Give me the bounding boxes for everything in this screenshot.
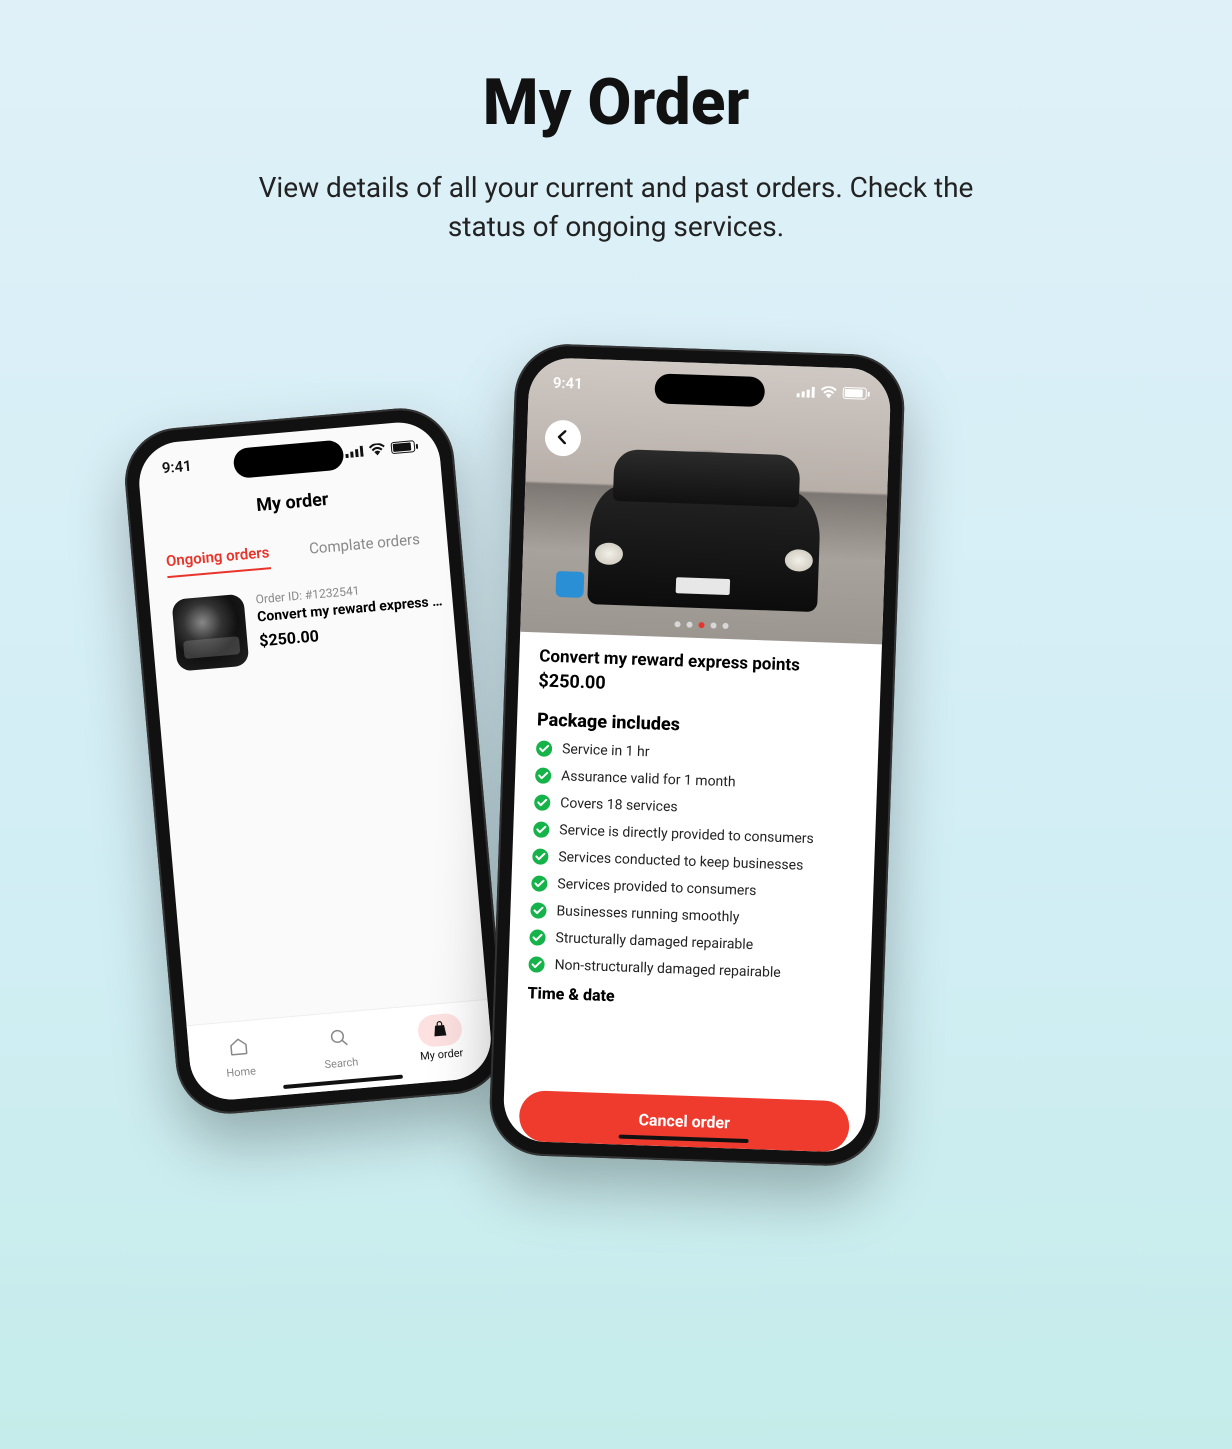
- wifi-icon: [821, 386, 837, 399]
- package-list: Service in 1 hr Assurance valid for 1 mon…: [528, 740, 858, 983]
- search-icon: [328, 1027, 350, 1052]
- package-item-label: Services provided to consumers: [557, 876, 756, 899]
- tab-ongoing-orders[interactable]: Ongoing orders: [165, 543, 271, 578]
- package-includes-heading: Package includes: [537, 709, 860, 741]
- package-item-label: Assurance valid for 1 month: [561, 768, 736, 790]
- bag-icon: [430, 1019, 450, 1041]
- check-icon: [536, 740, 553, 757]
- status-time: 9:41: [161, 457, 192, 478]
- check-icon: [531, 875, 548, 892]
- package-item: Businesses running smoothly: [530, 902, 852, 929]
- package-item-label: Structurally damaged repairable: [555, 930, 753, 953]
- order-thumbnail: [171, 594, 249, 672]
- car-figure: [587, 484, 821, 612]
- page-title: My Order: [0, 65, 1232, 140]
- check-icon: [534, 794, 551, 811]
- check-icon: [529, 929, 546, 946]
- package-item-label: Service in 1 hr: [562, 741, 650, 760]
- package-item: Structurally damaged repairable: [529, 929, 851, 956]
- screen-order-detail: 9:41: [502, 357, 891, 1153]
- nav-home[interactable]: Home: [216, 1030, 264, 1081]
- check-icon: [532, 848, 549, 865]
- time-date-heading: Time & date: [527, 983, 849, 1013]
- home-icon: [228, 1035, 250, 1060]
- screen-order-list: 9:41 My order Ongoing orders Complate or…: [136, 419, 494, 1103]
- signal-icon: [797, 386, 815, 398]
- phone-order-list: 9:41 My order Ongoing orders Complate or…: [121, 404, 510, 1118]
- package-item-label: Service is directly provided to consumer…: [559, 822, 814, 847]
- package-item: Services conducted to keep businesses: [532, 848, 854, 875]
- check-icon: [528, 956, 545, 973]
- package-item: Assurance valid for 1 month: [535, 767, 857, 794]
- phone-order-detail: 9:41: [488, 342, 906, 1167]
- dynamic-island: [654, 373, 765, 407]
- package-item-label: Non-structurally damaged repairable: [554, 957, 781, 981]
- page-subtitle: View details of all your current and pas…: [256, 168, 976, 246]
- back-button[interactable]: [544, 420, 581, 457]
- nav-my-order-label: My order: [419, 1046, 464, 1063]
- status-time: 9:41: [553, 374, 583, 393]
- package-item: Services provided to consumers: [531, 875, 853, 902]
- carousel-dot[interactable]: [722, 623, 728, 629]
- nav-search[interactable]: Search: [316, 1021, 364, 1072]
- check-icon: [535, 767, 552, 784]
- bucket-figure: [555, 571, 584, 598]
- battery-icon: [391, 440, 416, 454]
- nav-my-order[interactable]: My order: [416, 1012, 464, 1063]
- package-item: Service in 1 hr: [536, 740, 858, 767]
- tab-complete-orders[interactable]: Complate orders: [308, 530, 421, 566]
- check-icon: [530, 902, 547, 919]
- cancel-order-button[interactable]: Cancel order: [518, 1090, 850, 1152]
- wifi-icon: [369, 443, 386, 456]
- check-icon: [533, 821, 550, 838]
- chevron-left-icon: [557, 428, 570, 447]
- package-item-label: Businesses running smoothly: [556, 903, 739, 925]
- carousel-dot[interactable]: [686, 622, 692, 628]
- bottom-nav: Home Search My order: [187, 999, 495, 1103]
- signal-icon: [345, 445, 364, 458]
- nav-search-label: Search: [319, 1055, 364, 1072]
- carousel-dot[interactable]: [674, 621, 680, 627]
- battery-icon: [843, 387, 867, 400]
- package-item: Non-structurally damaged repairable: [528, 956, 850, 983]
- carousel-dot[interactable]: [698, 622, 704, 628]
- nav-home-label: Home: [219, 1064, 264, 1081]
- carousel-dots[interactable]: [674, 621, 728, 629]
- package-item: Covers 18 services: [534, 794, 856, 821]
- order-card[interactable]: Order ID: #1232541 Convert my reward exp…: [165, 567, 442, 682]
- package-item-label: Covers 18 services: [560, 795, 678, 815]
- carousel-dot[interactable]: [710, 622, 716, 628]
- package-item: Service is directly provided to consumer…: [533, 821, 855, 848]
- package-item-label: Services conducted to keep businesses: [558, 849, 804, 874]
